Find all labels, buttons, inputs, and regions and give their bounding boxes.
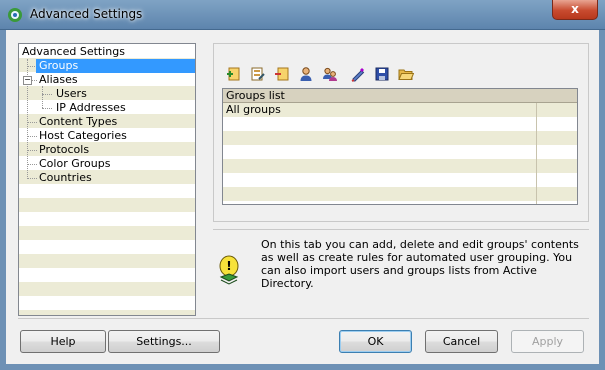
save-button[interactable]	[372, 64, 392, 84]
collapse-icon[interactable]: −	[23, 76, 32, 85]
tree-item-countries[interactable]: Countries	[39, 171, 92, 185]
apply-button[interactable]: Apply	[511, 330, 584, 353]
tree-guide-line	[27, 150, 37, 151]
open-folder-button[interactable]	[396, 64, 416, 84]
tree-item-protocols[interactable]: Protocols	[39, 143, 89, 157]
window-title: Advanced Settings	[30, 7, 143, 21]
add-user-group-button[interactable]	[320, 64, 340, 84]
app-icon	[8, 8, 22, 22]
close-icon: x	[571, 2, 579, 16]
window-frame-bottom	[0, 364, 605, 370]
tree-guide-line	[27, 122, 37, 123]
list-item-all-groups[interactable]: All groups	[226, 103, 281, 117]
tree-item-color-groups[interactable]: Color Groups	[39, 157, 110, 171]
save-icon	[375, 67, 389, 81]
edit-icon	[251, 67, 265, 81]
delete-group-button[interactable]	[272, 64, 292, 84]
tree-item-aliases[interactable]: Aliases	[39, 73, 78, 87]
divider	[18, 318, 589, 320]
divider	[213, 229, 589, 231]
edit-rules-button[interactable]	[348, 64, 368, 84]
close-button[interactable]: x	[552, 0, 598, 20]
collapse-glyph: −	[24, 75, 31, 84]
dialog-client-area: Advanced Settings Groups − Aliases Users…	[6, 30, 599, 364]
column-divider	[536, 103, 537, 204]
help-button[interactable]: Help	[20, 330, 106, 353]
title-bar[interactable]: Advanced Settings x	[0, 0, 605, 30]
groups-list-header[interactable]: Groups list	[223, 89, 577, 103]
user-group-icon	[323, 67, 337, 81]
tree-item-ip-addresses[interactable]: IP Addresses	[56, 101, 126, 115]
tree-guide-line	[27, 164, 37, 165]
tree-item-host-categories[interactable]: Host Categories	[39, 129, 127, 143]
delete-icon	[275, 67, 289, 81]
tree-item-users[interactable]: Users	[56, 87, 87, 101]
svg-text:!: !	[226, 259, 231, 273]
tree-item-groups[interactable]: Groups	[36, 59, 195, 73]
settings-button[interactable]: Settings...	[108, 330, 220, 353]
tree-item-content-types[interactable]: Content Types	[39, 115, 117, 129]
add-icon	[227, 67, 240, 81]
ok-button[interactable]: OK	[339, 330, 412, 353]
tree-root-advanced-settings[interactable]: Advanced Settings	[22, 45, 125, 59]
tree-guide-line	[42, 94, 52, 95]
add-user-button[interactable]	[296, 64, 316, 84]
user-icon	[300, 67, 312, 81]
info-description: On this tab you can add, delete and edit…	[261, 238, 579, 290]
folder-open-icon	[398, 69, 414, 80]
window-frame-right	[599, 30, 605, 370]
groups-panel: Groups list All groups	[213, 43, 589, 222]
pen-icon	[351, 68, 365, 82]
tree-guide-line	[42, 86, 43, 108]
settings-tree[interactable]: Advanced Settings Groups − Aliases Users…	[18, 43, 196, 316]
tree-guide-line	[27, 136, 37, 137]
tree-guide-line	[42, 108, 52, 109]
tree-guide-line	[27, 178, 37, 179]
add-group-button[interactable]	[224, 64, 244, 84]
groups-list[interactable]: Groups list All groups	[222, 88, 578, 205]
lightbulb-info-icon: !	[219, 255, 239, 285]
edit-group-button[interactable]	[248, 64, 268, 84]
tree-item-label: Groups	[39, 59, 79, 72]
cancel-button[interactable]: Cancel	[425, 330, 498, 353]
